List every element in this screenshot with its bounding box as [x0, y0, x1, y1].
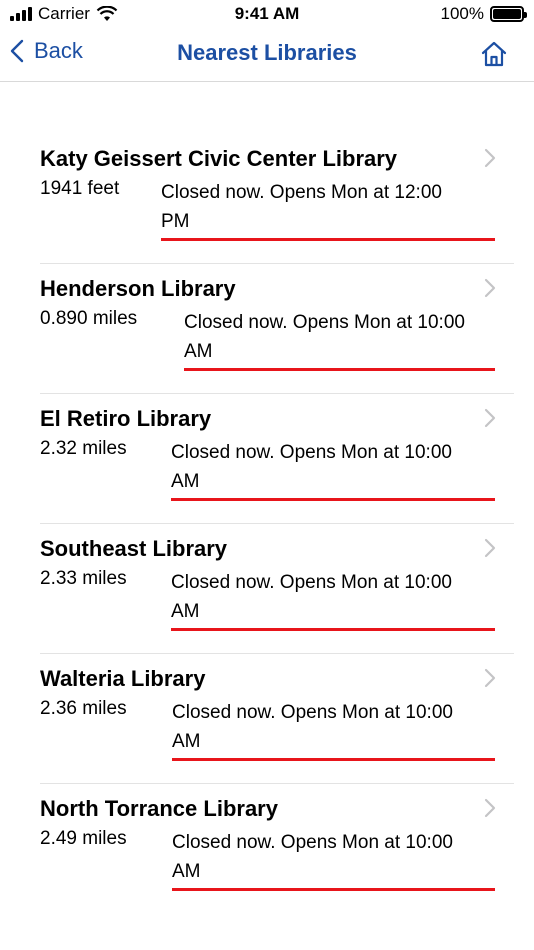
library-status: Closed now. Opens Mon at 10:00 AM: [172, 698, 495, 761]
library-status: Closed now. Opens Mon at 12:00 PM: [161, 178, 495, 241]
library-distance: 2.36 miles: [40, 698, 127, 719]
battery-percent: 100%: [440, 4, 484, 23]
library-status-line2: AM: [171, 471, 200, 492]
library-status-line1: Closed now. Opens Mon at 10:00: [184, 312, 465, 333]
library-status-line2: AM: [172, 731, 201, 752]
library-row[interactable]: North Torrance Library 2.49 miles Closed…: [40, 784, 514, 914]
library-row[interactable]: Henderson Library 0.890 miles Closed now…: [40, 264, 514, 394]
library-name: North Torrance Library: [40, 796, 278, 821]
library-name: El Retiro Library: [40, 406, 212, 431]
status-bar-right: 100%: [440, 4, 527, 24]
chevron-right-icon: [484, 278, 496, 298]
library-status: Closed now. Opens Mon at 10:00 AM: [171, 568, 495, 631]
library-status: Closed now. Opens Mon at 10:00 AM: [171, 438, 495, 501]
library-status-line1: Closed now. Opens Mon at 10:00: [171, 572, 452, 593]
library-distance: 2.32 miles: [40, 438, 127, 459]
library-status: Closed now. Opens Mon at 10:00 AM: [172, 828, 495, 891]
library-name: Henderson Library: [40, 276, 236, 301]
library-status-line1: Closed now. Opens Mon at 10:00: [171, 442, 452, 463]
status-bar: Carrier 9:41 AM 100%: [0, 0, 534, 32]
chevron-right-icon: [484, 798, 496, 818]
library-status: Closed now. Opens Mon at 10:00 AM: [184, 308, 495, 371]
library-status-line2: AM: [171, 601, 200, 622]
library-distance: 1941 feet: [40, 178, 120, 199]
library-status-line1: Closed now. Opens Mon at 10:00: [172, 702, 453, 723]
library-status-line1: Closed now. Opens Mon at 10:00: [172, 832, 453, 853]
library-status-line2: AM: [172, 861, 201, 882]
library-name: Katy Geissert Civic Center Library: [40, 146, 398, 171]
library-status-line2: PM: [161, 211, 190, 232]
page-title: Nearest Libraries: [177, 40, 357, 65]
library-row[interactable]: El Retiro Library 2.32 miles Closed now.…: [40, 394, 514, 524]
library-distance: 2.49 miles: [40, 828, 127, 849]
chevron-right-icon: [484, 408, 496, 428]
nav-bar: Back Nearest Libraries: [0, 32, 534, 82]
battery-icon: [490, 6, 527, 22]
chevron-right-icon: [484, 668, 496, 688]
chevron-right-icon: [484, 148, 496, 168]
chevron-right-icon: [484, 538, 496, 558]
library-status-line2: AM: [184, 341, 213, 362]
library-name: Southeast Library: [40, 536, 228, 561]
library-row[interactable]: Southeast Library 2.33 miles Closed now.…: [40, 524, 514, 654]
library-row[interactable]: Katy Geissert Civic Center Library 1941 …: [40, 134, 514, 264]
home-icon[interactable]: [480, 40, 508, 68]
library-list: Katy Geissert Civic Center Library 1941 …: [0, 134, 534, 914]
library-distance: 2.33 miles: [40, 568, 127, 589]
library-distance: 0.890 miles: [40, 308, 138, 329]
library-row[interactable]: Walteria Library 2.36 miles Closed now. …: [40, 654, 514, 784]
library-status-line1: Closed now. Opens Mon at 12:00: [161, 182, 442, 203]
library-name: Walteria Library: [40, 666, 206, 691]
